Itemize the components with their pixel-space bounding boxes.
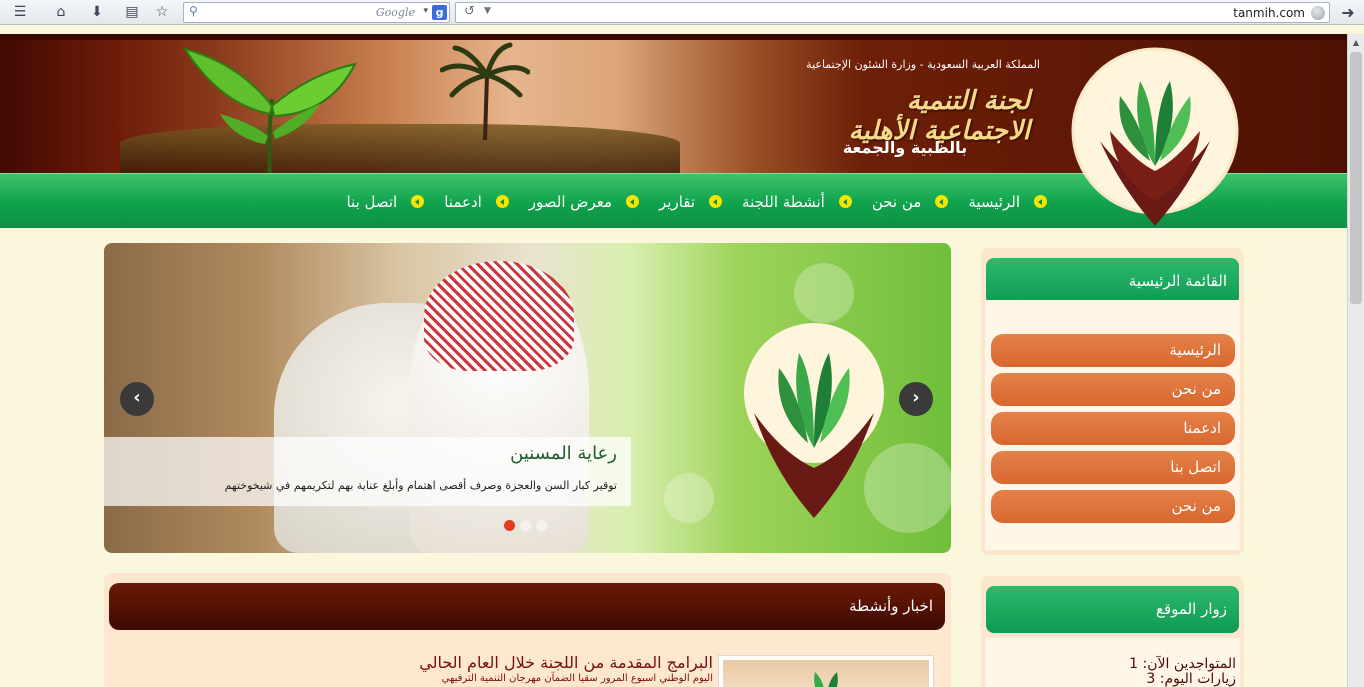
- hero-slider[interactable]: ‹ › رعاية المسنين توقير كبار السن والعجز…: [104, 243, 951, 553]
- nav-item-gallery[interactable]: معرض الصور: [529, 193, 639, 211]
- today-visits: زيارات اليوم: 3: [1146, 671, 1236, 687]
- slider-dot[interactable]: [504, 520, 515, 531]
- slider-pagination: [504, 520, 547, 531]
- scroll-up-icon[interactable]: ▲: [1348, 34, 1364, 51]
- news-panel: اخبار وأنشطة البرامج المقدمة من اللجنة خ…: [104, 573, 951, 687]
- news-title: اخبار وأنشطة: [109, 583, 945, 630]
- nav-bullet-icon: [935, 195, 949, 208]
- nav-bullet-icon: [626, 195, 639, 208]
- nav-item-label: الرئيسية: [968, 192, 1020, 211]
- nav-item-about[interactable]: من نحن: [872, 193, 949, 211]
- nav-item-home[interactable]: الرئيسية: [968, 193, 1047, 211]
- address-bar[interactable]: ↺ ▼ tanmih.com: [455, 2, 1330, 23]
- news-item-summary: اليوم الوطني اسبوع المرور سقيا الضمآن مه…: [441, 673, 713, 684]
- nav-item-activities[interactable]: أنشطة اللجنة: [742, 193, 852, 211]
- reload-icon[interactable]: ↺: [464, 4, 475, 19]
- search-engine-icon[interactable]: g: [432, 5, 447, 20]
- ministry-text: المملكة العربية السعودية - وزارة الشئون …: [806, 58, 1040, 71]
- site-calligraphy-title: لجنة التنمية الاجتماعية الأهلية: [848, 86, 1030, 146]
- menu-item-contact[interactable]: اتصل بنا: [991, 451, 1235, 484]
- nav-list: الرئيسية من نحن أنشطة اللجنة تقارير معرض…: [326, 174, 1047, 229]
- chevron-down-icon[interactable]: ▾: [423, 6, 428, 16]
- bookmark-star-icon[interactable]: ☆: [150, 2, 174, 22]
- main-menu-title: القائمة الرئيسية: [986, 258, 1239, 305]
- sprout-illustration: [182, 47, 357, 173]
- slider-prev-button[interactable]: ‹: [120, 382, 154, 416]
- nav-bullet-icon: [709, 195, 723, 208]
- nav-item-label: أنشطة اللجنة: [742, 192, 825, 211]
- menu-item-about[interactable]: من نحن: [991, 373, 1235, 406]
- search-icon: ⚲: [189, 4, 198, 18]
- browser-search-input[interactable]: ⚲ Google ▾ g: [183, 2, 450, 23]
- go-arrow-icon[interactable]: ➜: [1335, 2, 1361, 22]
- news-thumbnail-logo: [814, 672, 838, 687]
- menu-item-support[interactable]: ادعمنا: [991, 412, 1235, 445]
- visitors-title: زوار الموقع: [986, 586, 1239, 633]
- main-menu-panel: القائمة الرئيسية الرئيسية من نحن ادعمنا …: [981, 248, 1244, 555]
- scroll-thumb[interactable]: [1350, 52, 1362, 304]
- slider-dot[interactable]: [520, 520, 531, 531]
- menu-item-about-2[interactable]: من نحن: [991, 490, 1235, 523]
- history-dropdown-icon[interactable]: ▼: [484, 6, 491, 16]
- nav-item-support[interactable]: ادعمنا: [444, 193, 509, 211]
- home-icon[interactable]: ⌂: [49, 2, 73, 22]
- page-scrollbar[interactable]: ▲: [1347, 34, 1364, 687]
- nav-bullet-icon: [1034, 195, 1047, 208]
- red-shemagh-image: [424, 261, 574, 371]
- slider-dot[interactable]: [536, 520, 547, 531]
- menu-icon[interactable]: ☰: [8, 2, 32, 22]
- nav-item-label: ادعمنا: [444, 192, 482, 211]
- nav-item-label: اتصل بنا: [346, 192, 398, 211]
- news-thumbnail-image: [723, 660, 929, 687]
- slide-caption-title: رعاية المسنين: [510, 443, 617, 464]
- menu-item-home[interactable]: الرئيسية: [991, 334, 1235, 367]
- url-text: tanmih.com: [1233, 6, 1305, 20]
- site-identity-icon[interactable]: [1311, 6, 1325, 20]
- search-placeholder: Google: [375, 6, 415, 19]
- slide-caption-text: توقير كبار السن والعجزة وصرف أقصى اهتمام…: [224, 479, 617, 492]
- visitors-panel: زوار الموقع المتواجدين الآن: 1 زيارات ال…: [981, 576, 1244, 687]
- nav-item-reports[interactable]: تقارير: [659, 192, 723, 211]
- nav-item-label: تقارير: [659, 192, 696, 211]
- site-logo[interactable]: [1060, 36, 1250, 236]
- slider-logo-image: [744, 323, 884, 518]
- slider-next-button[interactable]: ›: [899, 382, 933, 416]
- browser-toolbar: ☰ ⌂ ⬇ ▤ ☆ ⚲ Google ▾ g ↺ ▼ tanmih.com ➜: [0, 0, 1364, 25]
- nav-item-label: معرض الصور: [528, 192, 612, 211]
- site-subtitle: بالظبية والجمعة: [842, 138, 968, 157]
- nav-item-label: من نحن: [871, 192, 922, 211]
- nav-item-contact[interactable]: اتصل بنا: [346, 192, 425, 211]
- nav-bullet-icon: [411, 195, 425, 208]
- clipboard-icon[interactable]: ▤: [120, 2, 144, 22]
- nav-bullet-icon: [495, 195, 509, 208]
- slide-caption: رعاية المسنين توقير كبار السن والعجزة وص…: [104, 437, 631, 506]
- download-icon[interactable]: ⬇: [85, 2, 109, 22]
- online-count: المتواجدين الآن: 1: [1129, 656, 1236, 672]
- news-thumbnail[interactable]: [718, 655, 934, 687]
- news-item-title[interactable]: البرامج المقدمة من اللجنة خلال العام الح…: [419, 653, 713, 672]
- nav-bullet-icon: [838, 195, 852, 208]
- palm-tree-illustration: [440, 42, 530, 140]
